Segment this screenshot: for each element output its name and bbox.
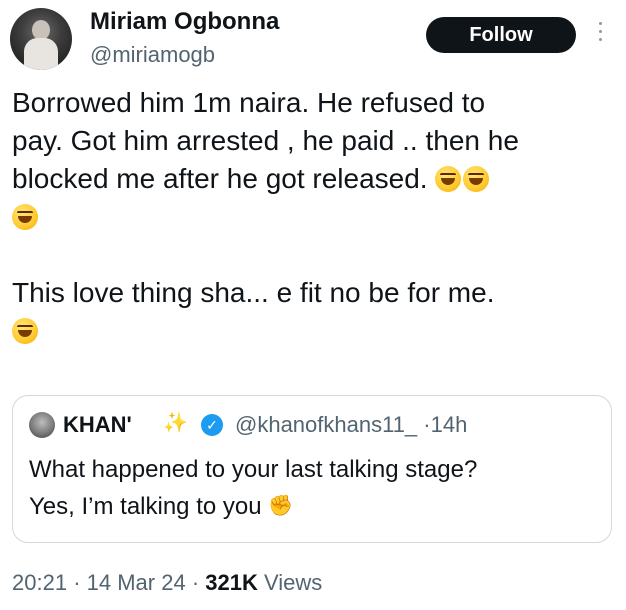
- tweet-line: blocked me after he got released.: [12, 160, 612, 198]
- quoted-time[interactable]: 14h: [431, 412, 468, 437]
- tweet-meta: 20:21 · 14 Mar 24 · 321K Views: [12, 570, 322, 596]
- tweet-line: This love thing sha... e fit no be for m…: [12, 277, 495, 308]
- quoted-author-handle[interactable]: @khanofkhans11_ ·14h: [235, 412, 467, 438]
- laughing-emoji-icon: [435, 166, 462, 192]
- separator-dot: ·: [191, 570, 200, 595]
- laughing-emoji-icon: [12, 204, 38, 230]
- author-handle[interactable]: @miriamogb: [90, 42, 215, 68]
- quoted-tweet-text: What happened to your last talking stage…: [29, 452, 599, 525]
- post-date[interactable]: 14 Mar 24: [87, 570, 186, 595]
- quoted-tweet[interactable]: KHAN' ✨ ✓ @khanofkhans11_ ·14h What happ…: [12, 395, 612, 543]
- tweet-emoji-line: [12, 198, 612, 236]
- follow-button[interactable]: Follow: [426, 17, 576, 53]
- tweet-line: pay. Got him arrested , he paid .. then …: [12, 125, 519, 156]
- quoted-line: Yes, I’m talking to you ✊: [29, 488, 599, 525]
- more-options-icon[interactable]: [594, 22, 606, 48]
- views-count: 321K: [205, 570, 258, 595]
- sparkles-icon: ✨: [163, 412, 188, 434]
- author-name[interactable]: Miriam Ogbonna: [90, 8, 279, 36]
- avatar-torso: [24, 38, 58, 70]
- quoted-handle-text: @khanofkhans11_: [235, 412, 418, 437]
- views-label: Views: [264, 570, 323, 595]
- post-time[interactable]: 20:21: [12, 570, 67, 595]
- tweet-emoji-line: [12, 312, 612, 350]
- quoted-author-avatar[interactable]: [29, 412, 55, 438]
- tweet-line-text: blocked me after he got released.: [12, 163, 428, 194]
- quoted-line: What happened to your last talking stage…: [29, 456, 478, 483]
- tweet-line: Borrowed him 1m naira. He refused to: [12, 87, 486, 118]
- avatar-head: [32, 20, 50, 40]
- tweet-text: Borrowed him 1m naira. He refused to pay…: [12, 84, 612, 350]
- verified-badge-icon: ✓: [201, 414, 223, 436]
- laughing-emoji-icon: [463, 166, 490, 192]
- laughing-emoji-icon: [12, 318, 38, 344]
- separator-dot: ·: [73, 570, 81, 595]
- author-avatar[interactable]: [10, 8, 72, 70]
- separator-dot: ·: [423, 412, 431, 437]
- quoted-author-name[interactable]: KHAN': [63, 412, 132, 438]
- quoted-line-text: Yes, I’m talking to you: [29, 493, 262, 520]
- fist-icon: ✊: [268, 495, 294, 517]
